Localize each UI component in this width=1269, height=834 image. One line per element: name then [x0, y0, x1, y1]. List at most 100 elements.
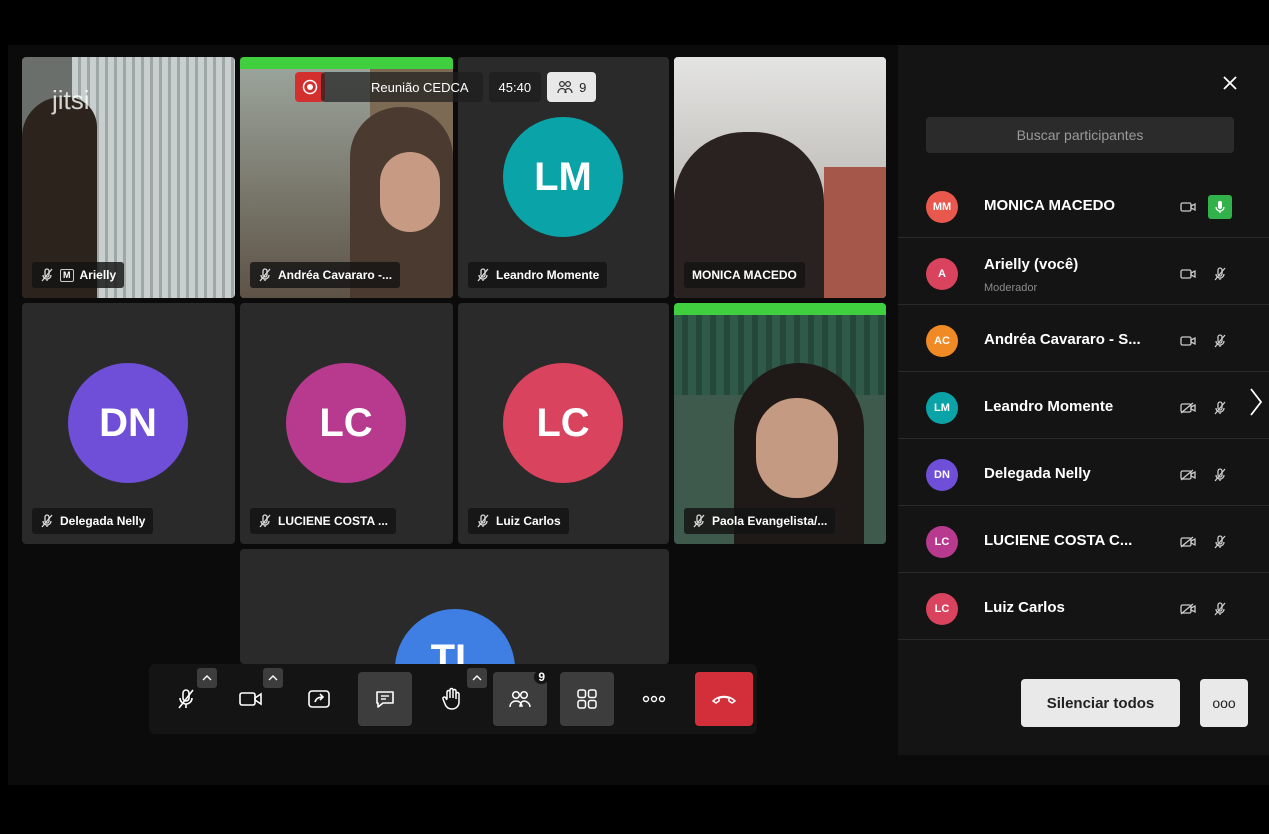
- avatar: MM: [926, 191, 958, 223]
- panel-more-button[interactable]: ooo: [1200, 679, 1248, 727]
- screen-share-button[interactable]: [292, 672, 346, 726]
- participant-row-leandro[interactable]: LM Leandro Momente: [898, 372, 1269, 439]
- participant-count-pill[interactable]: 9: [547, 72, 597, 102]
- tile-name-label: Leandro Momente: [468, 262, 608, 288]
- avatar: A: [926, 258, 958, 290]
- participant-row-arielly[interactable]: A Arielly (você) Moderador: [898, 238, 1269, 305]
- video-tile-arielly[interactable]: jitsi M Arielly: [22, 57, 235, 298]
- participant-name: Leandro Momente: [984, 398, 1114, 415]
- participant-name: LUCIENE COSTA C...: [984, 532, 1133, 549]
- hangup-icon: [712, 695, 736, 704]
- mic-speaking-icon: [1208, 195, 1232, 219]
- mic-off-icon: [1210, 532, 1230, 552]
- more-actions-button[interactable]: [627, 672, 681, 726]
- tile-name-label: Luiz Carlos: [468, 508, 569, 534]
- participant-row-delegada-nelly[interactable]: DN Delegada Nelly: [898, 439, 1269, 506]
- tile-name-label: Delegada Nelly: [32, 508, 154, 534]
- avatar: LC: [926, 526, 958, 558]
- tile-name-label: Paola Evangelista/...: [684, 508, 836, 534]
- avatar: LM: [926, 392, 958, 424]
- participants-panel: Buscar participantes MM MONICA MACEDO A …: [898, 45, 1269, 755]
- avatar: LM: [503, 117, 623, 237]
- avatar: LC: [926, 593, 958, 625]
- mic-off-icon: [476, 268, 490, 282]
- avatar-tile-tl[interactable]: TL: [240, 549, 669, 664]
- mic-options-caret[interactable]: [197, 668, 217, 688]
- tile-name-text: MONICA MACEDO: [692, 268, 797, 282]
- tile-name-text: Delegada Nelly: [60, 514, 146, 528]
- participants-count-badge: 9: [534, 670, 549, 684]
- mic-off-icon: [1210, 398, 1230, 418]
- participant-search-input[interactable]: Buscar participantes: [926, 117, 1234, 153]
- avatar-tile-luciene[interactable]: LC LUCIENE COSTA ...: [240, 303, 453, 544]
- raise-hand-icon: [442, 687, 460, 710]
- avatar-tile-delegada-nelly[interactable]: DN Delegada Nelly: [22, 303, 235, 544]
- participant-name: Delegada Nelly: [984, 465, 1091, 482]
- video-tile-monica[interactable]: MONICA MACEDO: [674, 57, 886, 298]
- close-panel-button[interactable]: [1218, 71, 1242, 95]
- avatar: LC: [503, 363, 623, 483]
- participants-button[interactable]: 9: [493, 670, 549, 726]
- tile-name-text: Andréa Cavararo -...: [278, 268, 393, 282]
- camera-on-icon: [1178, 331, 1198, 351]
- camera-off-icon: [1178, 398, 1198, 418]
- mic-off-icon: [476, 514, 490, 528]
- participant-row-monica[interactable]: MM MONICA MACEDO: [898, 171, 1269, 238]
- participant-name: MONICA MACEDO: [984, 197, 1116, 214]
- screen-share-icon: [308, 690, 330, 708]
- avatar: DN: [926, 459, 958, 491]
- avatar: DN: [68, 363, 188, 483]
- close-icon: [1223, 76, 1237, 90]
- tile-name-text: Arielly: [79, 268, 117, 282]
- chat-button[interactable]: [358, 672, 412, 726]
- tile-name-text: Leandro Momente: [496, 268, 600, 282]
- meeting-title: Reunião CEDCA: [321, 72, 483, 102]
- participant-name: Arielly (você): [984, 256, 1079, 273]
- scroll-right-arrow[interactable]: [1244, 382, 1268, 422]
- avatar-tile-luiz-carlos[interactable]: LC Luiz Carlos: [458, 303, 669, 544]
- meeting-topbar: Reunião CEDCA 45:40 9: [295, 72, 597, 102]
- participant-row-luciene[interactable]: LC LUCIENE COSTA C...: [898, 506, 1269, 573]
- participant-row-andrea[interactable]: AC Andréa Cavararo - S...: [898, 305, 1269, 372]
- participant-row-luiz-carlos[interactable]: LC Luiz Carlos: [898, 573, 1269, 640]
- camera-on-icon: [1178, 197, 1198, 217]
- mic-off-icon: [40, 268, 54, 282]
- participant-face: [756, 398, 838, 498]
- chevron-right-icon: [1250, 388, 1263, 416]
- reactions-options-caret[interactable]: [467, 668, 487, 688]
- camera-icon: [239, 692, 262, 706]
- camera-off-icon: [1178, 532, 1198, 552]
- mic-off-icon: [178, 689, 194, 709]
- camera-options-caret[interactable]: [263, 668, 283, 688]
- participants-icon: [557, 80, 573, 94]
- mic-off-icon: [1210, 331, 1230, 351]
- mic-off-icon: [1210, 264, 1230, 284]
- chevron-up-icon: [268, 675, 278, 681]
- tile-name-text: LUCIENE COSTA ...: [278, 514, 389, 528]
- tile-name-text: Paola Evangelista/...: [712, 514, 828, 528]
- more-icon: [642, 695, 666, 703]
- green-bar: [674, 303, 886, 315]
- avatar: LC: [286, 363, 406, 483]
- participant-name: Andréa Cavararo - S...: [984, 331, 1141, 348]
- chat-icon: [376, 691, 394, 708]
- tile-view-button[interactable]: [560, 672, 614, 726]
- mic-off-icon: [1210, 599, 1230, 619]
- avatar: AC: [926, 325, 958, 357]
- tile-name-label: LUCIENE COSTA ...: [250, 508, 397, 534]
- participant-count: 9: [579, 79, 587, 95]
- hangup-button[interactable]: [695, 672, 753, 726]
- record-icon: [302, 79, 318, 95]
- mute-all-button[interactable]: Silenciar todos: [1021, 679, 1180, 727]
- chevron-up-icon: [202, 675, 212, 681]
- meeting-timer: 45:40: [488, 72, 542, 102]
- camera-on-icon: [1178, 264, 1198, 284]
- participant-name: Luiz Carlos: [984, 599, 1065, 616]
- mic-off-icon: [258, 268, 272, 282]
- brick-wall-image: [824, 167, 886, 298]
- mic-off-icon: [258, 514, 272, 528]
- video-tile-paola[interactable]: Paola Evangelista/...: [674, 303, 886, 544]
- tile-name-label: MONICA MACEDO: [684, 262, 805, 288]
- tile-view-icon: [577, 689, 597, 709]
- moderator-badge: M: [60, 268, 74, 282]
